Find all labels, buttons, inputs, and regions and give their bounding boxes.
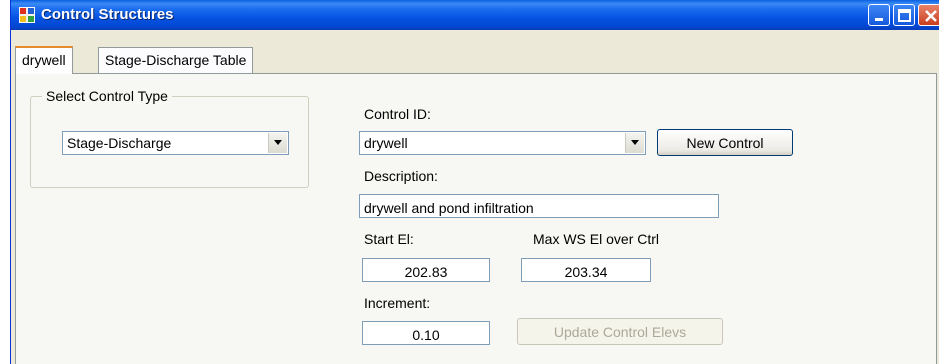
dropdown-arrow[interactable]	[268, 133, 287, 153]
tab-drywell[interactable]: drywell	[15, 46, 73, 74]
max-ws-el-input[interactable]	[521, 258, 651, 282]
close-icon	[925, 10, 937, 22]
description-input[interactable]	[359, 194, 719, 218]
window-title: Control Structures	[41, 6, 174, 23]
new-control-button[interactable]: New Control	[657, 129, 793, 156]
start-el-label: Start El:	[364, 231, 414, 247]
update-control-elevs-button[interactable]: Update Control Elevs	[517, 318, 723, 345]
minimize-button[interactable]	[868, 4, 890, 26]
increment-label: Increment:	[364, 295, 431, 311]
maximize-icon	[898, 9, 911, 22]
control-id-dropdown[interactable]: drywell	[359, 131, 646, 155]
app-icon	[19, 7, 35, 23]
tab-stage-discharge-table[interactable]: Stage-Discharge Table	[98, 47, 254, 73]
max-ws-el-label: Max WS El over Ctrl	[533, 231, 660, 247]
maximize-button[interactable]	[893, 4, 915, 26]
title-bar[interactable]: Control Structures	[11, 0, 939, 30]
increment-input[interactable]	[362, 321, 490, 345]
chevron-down-icon	[631, 140, 639, 145]
dropdown-arrow[interactable]	[625, 133, 644, 153]
control-id-value: drywell	[364, 135, 408, 151]
control-type-value: Stage-Discharge	[67, 135, 172, 151]
close-button[interactable]	[918, 4, 939, 26]
description-label: Description:	[364, 168, 438, 184]
control-id-label: Control ID:	[364, 106, 431, 122]
chevron-down-icon	[274, 140, 282, 145]
minimize-icon	[875, 18, 883, 21]
start-el-input[interactable]	[362, 258, 490, 282]
control-type-dropdown[interactable]: Stage-Discharge	[62, 131, 289, 155]
control-type-legend: Select Control Type	[42, 88, 172, 104]
